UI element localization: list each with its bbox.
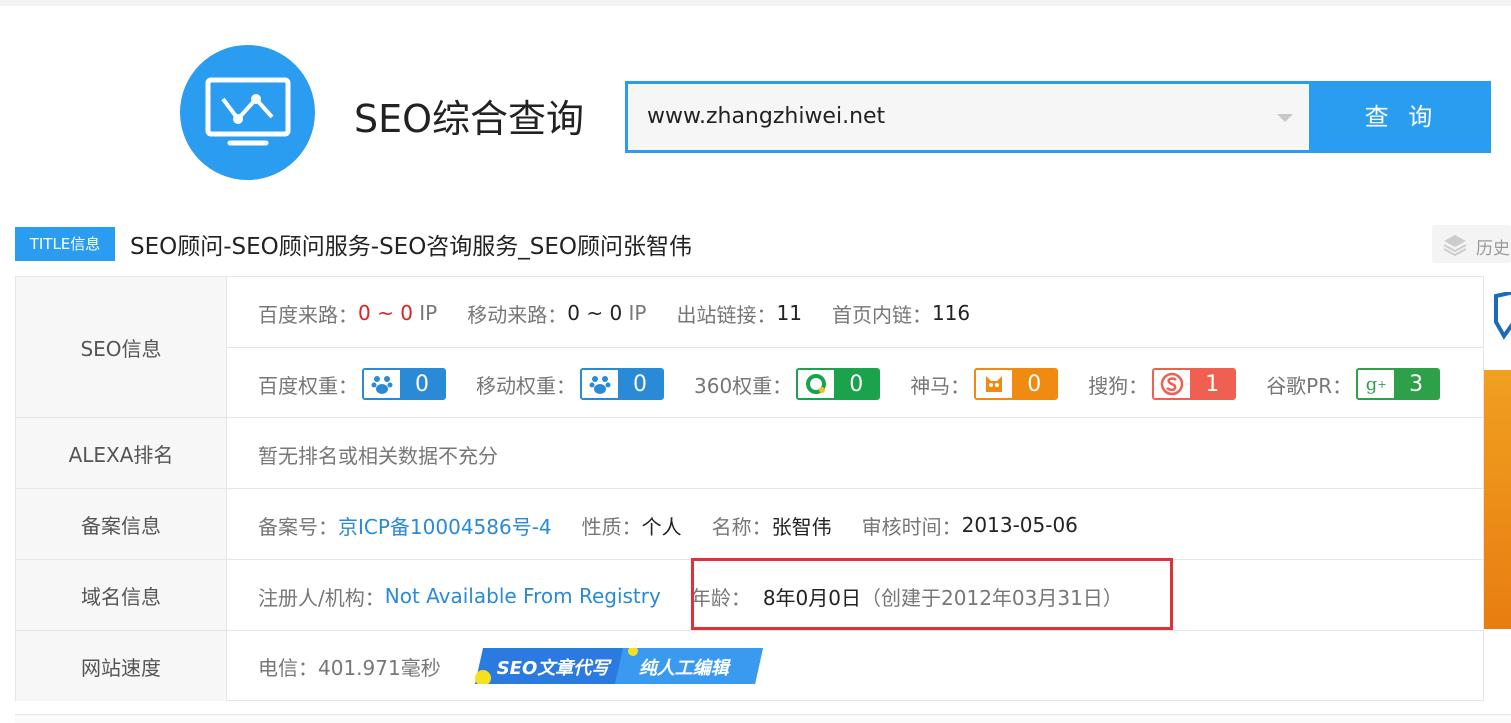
sogou-weight-label: 搜狗： — [1088, 373, 1149, 398]
page-title: SEO顾问-SEO顾问服务-SEO咨询服务_SEO顾问张智伟 — [130, 234, 693, 260]
icp-number-label: 备案号： — [258, 514, 338, 539]
registrant-link[interactable]: Not Available From Registry — [385, 584, 661, 608]
alexa-row: ALEXA排名 暂无排名或相关数据不充分 — [16, 418, 1483, 489]
baidu-traffic-value[interactable]: 0 ~ 0 — [358, 301, 413, 325]
side-ad-banner[interactable] — [1484, 276, 1511, 629]
dropdown-caret-icon[interactable] — [1277, 114, 1293, 122]
sogou-weight-value: 1 — [1190, 370, 1235, 398]
baidu-traffic-unit: IP — [419, 301, 438, 325]
seo-info-heading: SEO信息 — [16, 277, 227, 417]
icp-row: 备案信息 备案号： 京ICP备10004586号-4 性质： 个人 名称： 张智… — [16, 489, 1483, 560]
sogou-icon — [1154, 370, 1191, 398]
google-pr-value: 3 — [1394, 370, 1439, 398]
ad-right-text: 纯人工编辑 — [638, 658, 729, 679]
google-plus-icon: g + — [1358, 370, 1395, 398]
icp-heading: 备案信息 — [16, 489, 227, 559]
search-input-value[interactable]: www.zhangzhiwei.net — [647, 104, 885, 129]
seo-info-table: SEO信息 百度来路： 0 ~ 0 IP 移动来路： 0 ~ 0 IP 出站链接… — [15, 276, 1484, 701]
speed-heading: 网站速度 — [16, 631, 227, 701]
domain-age-highlight-box — [691, 558, 1173, 630]
360-weight-value: 0 — [834, 370, 879, 398]
baidu-weight-badge[interactable]: 0 — [362, 368, 446, 400]
icp-name-label: 名称： — [711, 514, 772, 539]
internal-links-label: 首页内链： — [831, 302, 932, 327]
shenma-weight-badge[interactable]: 0 — [974, 368, 1059, 400]
icp-name-value: 张智伟 — [771, 514, 832, 539]
baidu-weight-value: 0 — [400, 370, 444, 398]
search-input[interactable]: www.zhangzhiwei.net — [625, 81, 1312, 153]
ad-left-text: SEO文章代写 — [496, 658, 610, 679]
google-pr-label: 谷歌PR： — [1266, 373, 1353, 398]
icp-type-value: 个人 — [641, 514, 682, 539]
shield-icon — [1494, 292, 1511, 340]
registrant-label: 注册人/机构： — [258, 585, 385, 610]
360-icon — [798, 370, 835, 398]
stack-layers-icon — [1443, 235, 1467, 257]
mobile-traffic-unit: IP — [628, 301, 647, 325]
icp-audit-value: 2013-05-06 — [961, 513, 1078, 537]
google-pr-badge[interactable]: g + 3 — [1356, 368, 1441, 400]
internal-links-value[interactable]: 116 — [932, 301, 970, 325]
title-info-badge: TITLE信息 — [15, 227, 115, 261]
baidu-mobile-paw-icon — [582, 370, 618, 398]
history-button[interactable]: 历史 — [1432, 225, 1511, 263]
mobile-traffic-value[interactable]: 0 ~ 0 — [567, 301, 622, 325]
mobile-traffic-label: 移动来路： — [467, 302, 568, 327]
seo-traffic-line: 百度来路： 0 ~ 0 IP 移动来路： 0 ~ 0 IP 出站链接： 11 首… — [258, 297, 970, 329]
360-weight-badge[interactable]: 0 — [796, 368, 881, 400]
seo-info-row: SEO信息 百度来路： 0 ~ 0 IP 移动来路： 0 ~ 0 IP 出站链接… — [16, 277, 1483, 418]
icp-number-link[interactable]: 京ICP备10004586号-4 — [338, 511, 552, 540]
baidu-paw-icon — [364, 370, 400, 398]
alexa-text: 暂无排名或相关数据不充分 — [258, 443, 498, 468]
alexa-heading: ALEXA排名 — [16, 418, 227, 488]
next-table-edge — [15, 714, 1511, 723]
baidu-weight-label: 百度权重： — [258, 373, 358, 398]
baidu-traffic-label: 百度来路： — [258, 302, 358, 327]
sogou-weight-badge[interactable]: 1 — [1152, 368, 1237, 400]
seo-logo[interactable] — [180, 45, 315, 180]
360-weight-label: 360权重： — [694, 373, 793, 398]
domain-heading: 域名信息 — [16, 560, 227, 630]
telecom-speed-value: 401.971毫秒 — [318, 655, 441, 680]
history-label: 历史 — [1476, 239, 1510, 259]
shenma-weight-label: 神马： — [910, 373, 971, 398]
outbound-links-value[interactable]: 11 — [777, 301, 802, 325]
app-title: SEO综合查询 — [354, 97, 585, 141]
top-strip — [0, 0, 1511, 6]
icp-type-label: 性质： — [581, 514, 642, 539]
mobile-weight-value: 0 — [618, 370, 662, 398]
mobile-weight-label: 移动权重： — [476, 373, 576, 398]
weights-line: 百度权重： 0 移动权重： 0 360权重： 0 神马： 0 搜狗： 1 谷歌P… — [258, 367, 1441, 401]
search-button[interactable]: 查 询 — [1312, 81, 1491, 153]
monitor-chart-icon — [205, 77, 291, 146]
speed-row: 网站速度 电信： 401.971毫秒 SEO文章代写 纯人工编辑 — [16, 631, 1483, 701]
outbound-links-label: 出站链接： — [676, 302, 777, 327]
icp-audit-label: 审核时间： — [861, 514, 962, 539]
mobile-weight-badge[interactable]: 0 — [580, 368, 664, 400]
shenma-icon — [976, 370, 1013, 398]
telecom-speed-label: 电信： — [258, 655, 318, 680]
seo-writing-ad-banner[interactable]: SEO文章代写 纯人工编辑 — [473, 648, 763, 684]
shenma-weight-value: 0 — [1012, 370, 1057, 398]
